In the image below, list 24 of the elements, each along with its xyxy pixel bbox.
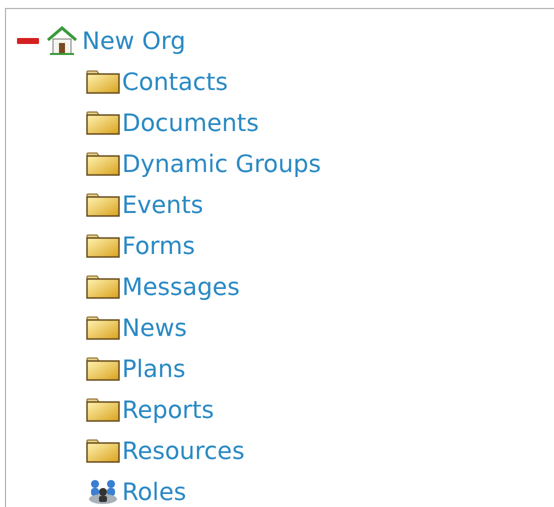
tree-item-link[interactable]: Reports	[122, 398, 214, 422]
folder-icon	[86, 234, 120, 258]
folder-icon	[86, 398, 120, 422]
tree-item-link[interactable]: Contacts	[122, 70, 228, 94]
tree-item-link[interactable]: Plans	[122, 356, 186, 380]
folder-icon	[86, 192, 120, 216]
tree-item-link[interactable]: News	[122, 316, 187, 340]
tree-item-link[interactable]: Roles	[122, 480, 186, 504]
folder-icon	[86, 356, 120, 380]
folder-icon	[86, 438, 120, 462]
tree-item-link[interactable]: Resources	[122, 438, 245, 462]
tree-item-link[interactable]: Messages	[122, 274, 240, 298]
people-icon	[86, 478, 120, 506]
folder-icon	[86, 152, 120, 176]
tree-item-link[interactable]: Documents	[122, 110, 259, 134]
house-icon	[46, 26, 78, 56]
folder-icon	[86, 316, 120, 340]
folder-icon	[86, 110, 120, 134]
tree-item-link[interactable]: New Org	[82, 28, 186, 52]
folder-icon	[86, 70, 120, 94]
tree-item-link[interactable]: Events	[122, 192, 204, 216]
tree-item-link[interactable]: Dynamic Groups	[122, 152, 322, 176]
folder-icon	[86, 274, 120, 298]
tree-item-link[interactable]: Forms	[122, 234, 195, 258]
